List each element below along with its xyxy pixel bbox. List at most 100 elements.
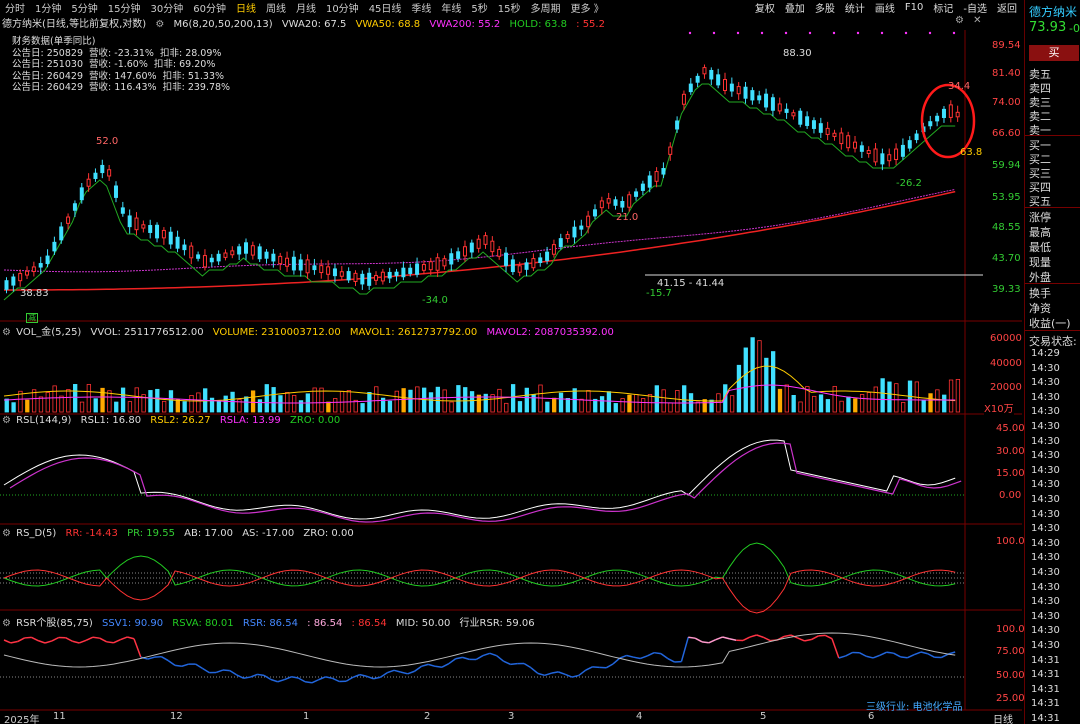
candle-body (579, 225, 584, 230)
rsr-segment (414, 665, 422, 672)
tick-time: 14:30 (1031, 508, 1060, 520)
settings-icon[interactable]: ⚙ (2, 618, 11, 629)
volume-bar (401, 388, 406, 413)
volume-bar (866, 392, 872, 413)
rsr-segment (386, 669, 395, 674)
tick-time: 14:30 (1031, 450, 1060, 462)
pr-line (3, 542, 956, 587)
candle-body (647, 175, 652, 188)
candle-body (935, 115, 940, 122)
volume-bar (367, 392, 372, 413)
candle-body (59, 226, 64, 241)
candle-body (764, 93, 769, 108)
volume-bar (572, 388, 577, 413)
candle-body (538, 257, 543, 263)
rsl1-legend: RSL1: 16.80 (80, 415, 142, 426)
settings-icon[interactable]: ⚙ (2, 415, 11, 426)
volume-bar (25, 399, 30, 413)
rsr-segment (79, 639, 87, 644)
volume-bar (326, 401, 331, 413)
rsd-area (0, 542, 965, 614)
rsr-segment (332, 677, 340, 683)
industry-rsr-line (3, 632, 956, 668)
candle-body (360, 273, 365, 285)
tick-time: 14:31 (1031, 713, 1060, 724)
settings-icon[interactable]: ⚙ (2, 528, 11, 539)
rsr-segment (660, 653, 669, 660)
rsr-segment (167, 659, 176, 666)
candle-body (182, 244, 187, 251)
candle-body (387, 271, 392, 279)
signal-dot (712, 31, 716, 35)
rsr-segment (215, 669, 224, 674)
industry-label: 三级行业: 电池化学品 (866, 702, 963, 713)
candle-body (38, 263, 43, 268)
settings-icon[interactable]: ⚙ (2, 327, 11, 338)
volume-bar (497, 388, 502, 413)
candle-body (257, 246, 262, 260)
rsr-segment (277, 678, 285, 683)
volume-bar (750, 337, 755, 413)
candle-body (4, 280, 9, 290)
buy-button[interactable]: 买 (1029, 45, 1079, 61)
rsr-segment (920, 651, 928, 655)
rsr-segment (544, 672, 552, 677)
rsr-segment (585, 666, 593, 671)
candle-body (291, 256, 296, 271)
rsr-segment (359, 673, 367, 677)
volume-bar (901, 402, 906, 413)
candle-body (155, 224, 160, 239)
rsr-segment (92, 636, 100, 639)
rsr-segment (633, 656, 641, 660)
annotation-638: 63.8 (960, 147, 983, 158)
candle-body (859, 145, 864, 152)
rsl-tick: 0.00 (999, 490, 1022, 501)
candle-body (141, 224, 146, 229)
vol-tick: 60000 (990, 333, 1022, 344)
rsr-segment (646, 652, 655, 657)
tick-time: 14:30 (1031, 362, 1060, 374)
volume-bar (52, 385, 57, 413)
zro-legend: ZRO: 0.00 (289, 415, 341, 426)
candle-body (346, 271, 351, 281)
rsla-line (9, 442, 962, 523)
rsr-segment (701, 641, 709, 644)
price-tick: 81.40 (992, 68, 1021, 79)
candle-body (25, 270, 30, 276)
candle-body (79, 187, 84, 201)
rsr-segment (783, 634, 792, 638)
tick-time: 14:31 (1031, 683, 1060, 695)
price-tick: 66.60 (992, 128, 1021, 139)
candle-body (442, 258, 447, 267)
rsr-segment (113, 638, 121, 644)
candle-body (332, 268, 337, 277)
tick-time: 14:29 (1031, 348, 1060, 359)
price-tick: 89.54 (992, 40, 1021, 51)
candle-body (729, 83, 734, 92)
rsr-segment (318, 676, 326, 681)
price-tick: 39.33 (992, 284, 1021, 295)
volume-bar (456, 385, 461, 413)
candle-body (620, 201, 625, 208)
candle-body (401, 267, 406, 278)
signal-dot (952, 31, 956, 35)
volume-bar (661, 389, 666, 413)
rsr-segment (872, 654, 881, 659)
volume-bar (93, 398, 98, 413)
rsr-segment (811, 635, 819, 641)
rsr-segment (948, 651, 956, 655)
candle-body (134, 217, 139, 231)
date-tick: 3 (508, 711, 515, 722)
rsr-segment (17, 637, 25, 643)
volume-bar (552, 397, 557, 413)
volume-bar (449, 401, 454, 413)
tick-time: 14:30 (1031, 537, 1060, 549)
volume-bar (360, 403, 365, 413)
vol-unit: X10万 (984, 400, 1014, 415)
tick-time: 14:30 (1031, 567, 1060, 578)
stats-divider (1025, 283, 1080, 284)
date-tick: 2 (424, 711, 431, 722)
candle-body (339, 271, 344, 277)
candle-body (928, 121, 933, 127)
candle-body (545, 251, 550, 261)
